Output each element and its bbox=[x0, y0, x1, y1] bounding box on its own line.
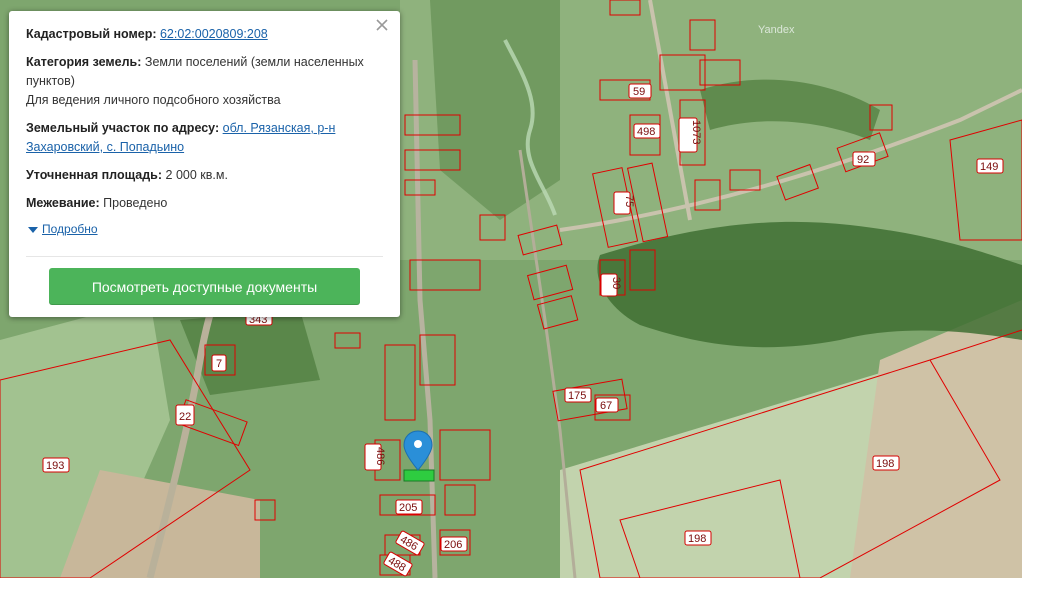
label-193: 193 bbox=[42, 457, 70, 473]
label-206: 206 bbox=[440, 536, 468, 552]
label-149: 149 bbox=[976, 158, 1004, 174]
svg-text:498: 498 bbox=[637, 126, 655, 138]
svg-text:92: 92 bbox=[857, 154, 869, 166]
label-22: 22 bbox=[175, 404, 195, 426]
cadastral-link[interactable]: 62:02:0020809:208 bbox=[160, 27, 268, 41]
svg-text:1073: 1073 bbox=[690, 120, 702, 144]
more-toggle[interactable]: Подробно bbox=[26, 220, 366, 239]
selected-parcel[interactable] bbox=[403, 469, 435, 482]
svg-text:193: 193 bbox=[46, 460, 64, 472]
address-row: Земельный участок по адресу: обл. Рязанс… bbox=[26, 119, 366, 157]
svg-text:205: 205 bbox=[399, 502, 417, 514]
svg-text:59: 59 bbox=[633, 86, 645, 98]
label-59: 59 bbox=[628, 83, 652, 99]
category-label: Категория земель: bbox=[26, 55, 142, 69]
address-label: Земельный участок по адресу: bbox=[26, 121, 220, 135]
use-value: Для ведения личного подсобного хозяйства bbox=[26, 93, 281, 107]
survey-row: Межевание: Проведено bbox=[26, 194, 366, 213]
area-row: Уточненная площадь: 2 000 кв.м. bbox=[26, 166, 366, 185]
svg-text:67: 67 bbox=[600, 400, 612, 412]
close-icon[interactable] bbox=[374, 17, 390, 33]
label-92: 92 bbox=[852, 151, 876, 167]
svg-text:198: 198 bbox=[876, 458, 894, 470]
area-label: Уточненная площадь: bbox=[26, 168, 163, 182]
map-watermark: Yandex bbox=[758, 24, 795, 36]
label-198-a: 198 bbox=[872, 455, 900, 471]
svg-text:75: 75 bbox=[623, 195, 635, 207]
svg-text:175: 175 bbox=[568, 390, 586, 402]
survey-value: Проведено bbox=[103, 196, 168, 210]
svg-text:198: 198 bbox=[688, 533, 706, 545]
label-7: 7 bbox=[211, 354, 227, 372]
cadastral-row: Кадастровый номер: 62:02:0020809:208 bbox=[26, 25, 366, 44]
more-link[interactable]: Подробно bbox=[42, 220, 98, 239]
label-175: 175 bbox=[564, 387, 592, 403]
svg-text:486: 486 bbox=[374, 447, 386, 465]
svg-text:206: 206 bbox=[444, 539, 462, 551]
divider bbox=[26, 256, 383, 257]
survey-label: Межевание: bbox=[26, 196, 100, 210]
svg-text:149: 149 bbox=[980, 161, 998, 173]
cadastral-label: Кадастровый номер: bbox=[26, 27, 157, 41]
label-498: 498 bbox=[633, 123, 661, 139]
label-67: 67 bbox=[595, 397, 619, 413]
label-205: 205 bbox=[395, 499, 423, 515]
svg-text:30: 30 bbox=[610, 277, 622, 289]
parcel-info-content: Кадастровый номер: 62:02:0020809:208 Кат… bbox=[26, 25, 366, 239]
category-row: Категория земель: Земли поселений (земли… bbox=[26, 53, 366, 110]
view-documents-button[interactable]: Посмотреть доступные документы bbox=[49, 268, 360, 305]
svg-text:22: 22 bbox=[179, 411, 191, 423]
svg-text:7: 7 bbox=[216, 358, 222, 370]
triangle-down-icon bbox=[28, 226, 38, 233]
label-198-b: 198 bbox=[684, 530, 712, 546]
parcel-info-popup: Кадастровый номер: 62:02:0020809:208 Кат… bbox=[9, 11, 400, 317]
area-value: 2 000 кв.м. bbox=[165, 168, 228, 182]
